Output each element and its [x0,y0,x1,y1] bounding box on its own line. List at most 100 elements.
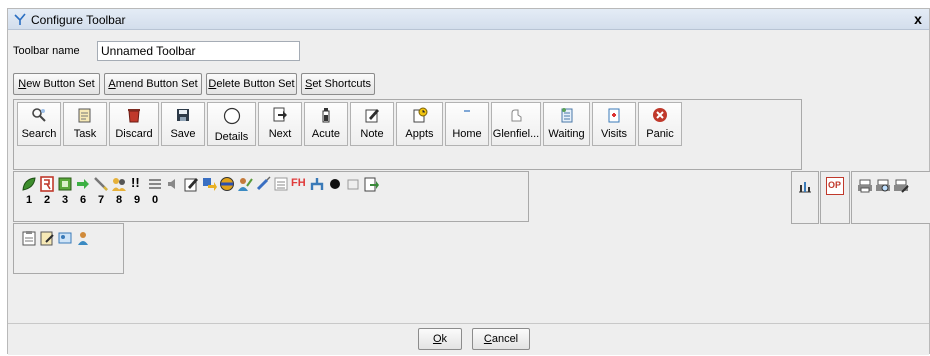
chart-button-panel [791,171,819,224]
waiting-icon [561,108,572,123]
appointments-icon [413,107,427,123]
shortcut-number: 9 [133,194,141,206]
print-preview-button[interactable] [874,177,892,195]
note-icon [365,109,379,123]
bar-chart-icon [799,182,811,193]
configure-toolbar-window: Configure Toolbar x Toolbar name New But… [7,8,930,355]
leaf-icon [22,177,36,191]
toolbar-name-input[interactable] [97,41,300,61]
toolbar-button-discard[interactable]: Discard [109,102,159,146]
toolbar-button-label: Details [214,131,249,143]
grid-icon [149,179,161,189]
toolbar-button-acute[interactable]: Acute [304,102,348,146]
new-button-set-button[interactable]: New Button Set [13,73,100,95]
fh-icon: FH [291,177,306,189]
shortcut-leaf-button[interactable] [20,175,38,193]
clipboard-icon [22,231,36,246]
ok-button[interactable]: Ok [418,328,462,350]
image-icon [58,232,72,244]
toolbar-name-label: Toolbar name [13,45,80,57]
toolbar-button-search[interactable]: Search [17,102,61,146]
shortcut-people-button[interactable] [110,175,128,193]
clipboard-button[interactable] [20,229,38,247]
pencil-icon [94,177,108,191]
toolbar-button-label: Search [21,128,57,140]
shortcut-dot-button[interactable] [326,175,344,193]
print-settings-button[interactable] [892,177,910,195]
shortcut-calendar-button[interactable] [272,175,290,193]
green-arrow-icon [77,179,89,189]
shortcut-red-r-button[interactable] [38,175,56,193]
shortcut-syringe-button[interactable] [254,175,272,193]
user-button[interactable] [74,229,92,247]
op-icon: OP [828,180,842,190]
shortcut-folder-button[interactable] [344,175,362,193]
shortcut-number: 0 [151,194,159,206]
shortcut-number: 2 [43,194,51,206]
red-document-icon [40,176,54,192]
syringe-icon [256,176,271,191]
shortcut-globe-button[interactable] [218,175,236,193]
toolbar-button-details[interactable]: Details [207,102,256,146]
shortcut-hierarchy-button[interactable] [308,175,326,193]
shortcut-user-pen-button[interactable] [236,175,254,193]
toolbar-button-label: Panic [646,128,674,140]
toolbar-button-note[interactable]: Note [350,102,394,146]
toolbar-button-save[interactable]: Save [161,102,205,146]
toolbar-button-next[interactable]: Next [258,102,302,146]
toolbar-button-panic[interactable]: Panic [638,102,682,146]
secondary-icons-panel [13,223,124,274]
clipboard-edit-button[interactable] [38,229,56,247]
dialog-footer: Ok Cancel [8,323,929,355]
print-settings-icon [894,179,909,193]
toolbar-button-label: Visits [600,128,628,140]
toolbar-button-home[interactable]: Home [445,102,489,146]
delete-button-set-button[interactable]: Delete Button Set [206,73,297,95]
image-button[interactable] [56,229,74,247]
toolbar-button-visits[interactable]: Visits [592,102,636,146]
set-shortcuts-button[interactable]: Set Shortcuts [301,73,375,95]
shortcut-arrow-button[interactable] [74,175,92,193]
user-icon [78,232,88,245]
green-box-icon [58,177,72,191]
shortcut-green-box-button[interactable] [56,175,74,193]
toolbar-button-task[interactable]: Task [63,102,107,146]
speaker-icon [168,179,175,189]
toolbar-button-label: Home [452,128,482,140]
toolbar-button-appts[interactable]: Appts [396,102,443,146]
op-button[interactable]: OP [826,177,844,195]
toolbar-button-label: Glenfiel... [492,128,540,140]
op-button-panel: OP [820,171,850,224]
calendar-icon [274,177,288,191]
toolbar-button-waiting[interactable]: Waiting [543,102,590,146]
shortcut-exclaim-button[interactable]: !! [128,175,146,193]
toolbar-button-label: Note [360,128,384,140]
toolbar-button-label: Task [73,128,97,140]
shortcut-pencil-button[interactable] [92,175,110,193]
shortcut-grid-button[interactable] [146,175,164,193]
note-edit-icon [184,178,198,192]
visits-icon [608,108,620,123]
shortcut-note-button[interactable] [182,175,200,193]
task-icon [78,108,91,123]
toolbar-button-glenfield[interactable]: Glenfiel... [491,102,541,146]
misc-button-panel [851,171,930,224]
discard-icon [128,109,140,123]
clipboard-edit-icon [40,231,54,246]
title-bar: Configure Toolbar x [8,9,929,30]
shortcut-speaker-button[interactable] [164,175,182,193]
chart-button[interactable] [796,177,814,195]
search-icon [32,108,46,122]
people-icon [112,178,126,191]
export-icon [364,177,379,192]
amend-button-set-button[interactable]: Amend Button Set [104,73,202,95]
cancel-button[interactable]: Cancel [472,328,530,350]
home-icon [464,110,470,112]
printer-button[interactable] [856,177,874,195]
shortcut-fh-button[interactable]: FH [290,175,308,193]
hierarchy-icon [310,178,324,190]
shortcut-transfer-button[interactable] [200,175,218,193]
shortcut-export-button[interactable] [362,175,380,193]
app-logo-icon [14,13,26,25]
close-button[interactable]: x [910,11,926,27]
